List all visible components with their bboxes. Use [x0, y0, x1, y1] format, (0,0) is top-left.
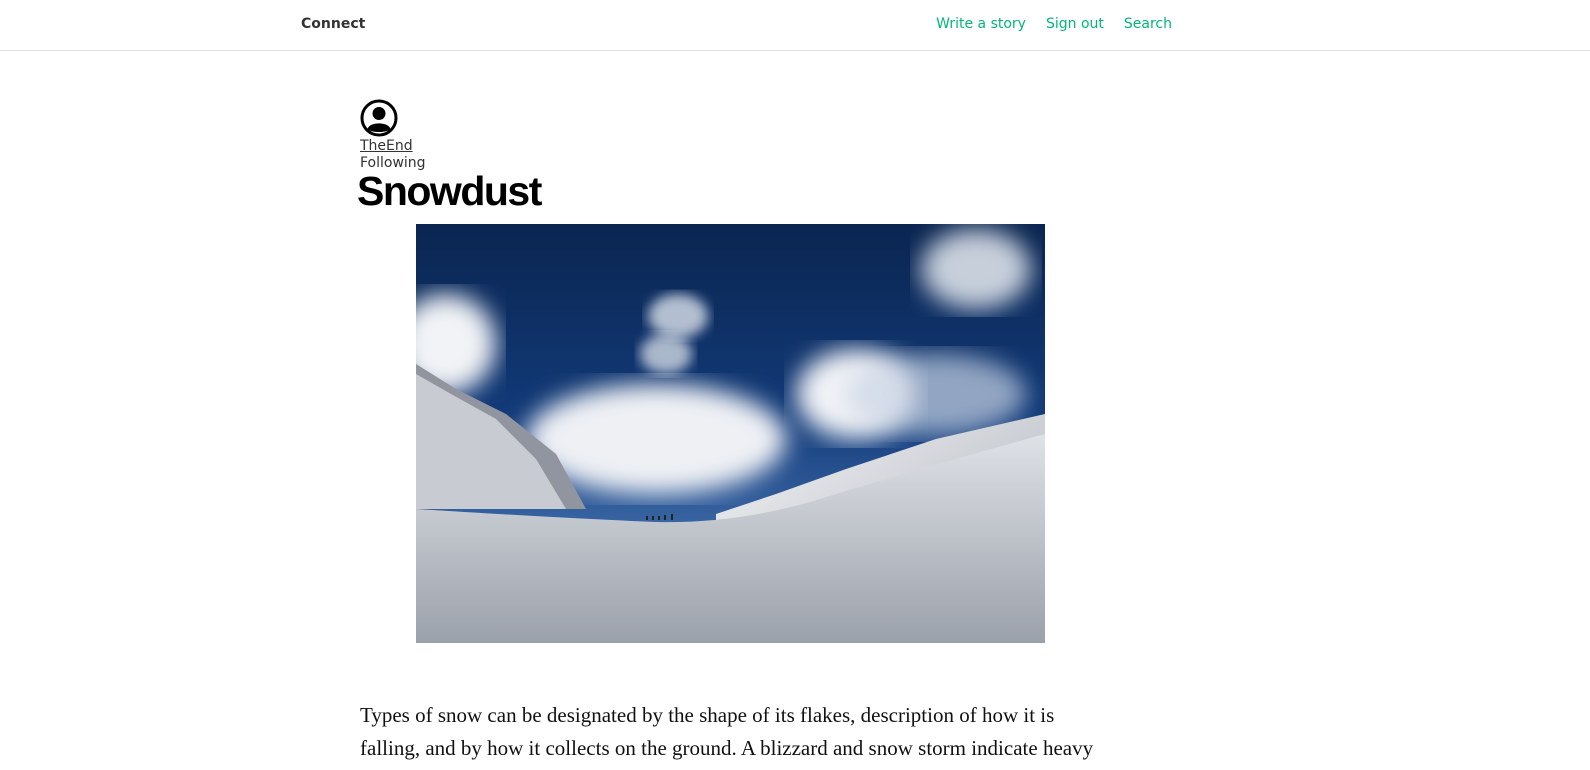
article-body-paragraph: Types of snow can be designated by the s…: [360, 703, 1094, 760]
sign-out-link[interactable]: Sign out: [1046, 15, 1104, 33]
write-story-link[interactable]: Write a story: [936, 15, 1026, 33]
user-avatar-icon[interactable]: [360, 99, 398, 137]
search-link[interactable]: Search: [1124, 15, 1172, 33]
author-block: TheEnd Following: [360, 99, 426, 172]
brand-link[interactable]: Connect: [301, 15, 365, 33]
article-hero-image: [416, 224, 1045, 643]
article-title: Snowdust: [357, 168, 542, 214]
top-navbar: Connect Write a story Sign out Search: [0, 0, 1590, 51]
author-name-link[interactable]: TheEnd: [360, 138, 426, 155]
header-nav: Write a story Sign out Search: [936, 15, 1172, 33]
